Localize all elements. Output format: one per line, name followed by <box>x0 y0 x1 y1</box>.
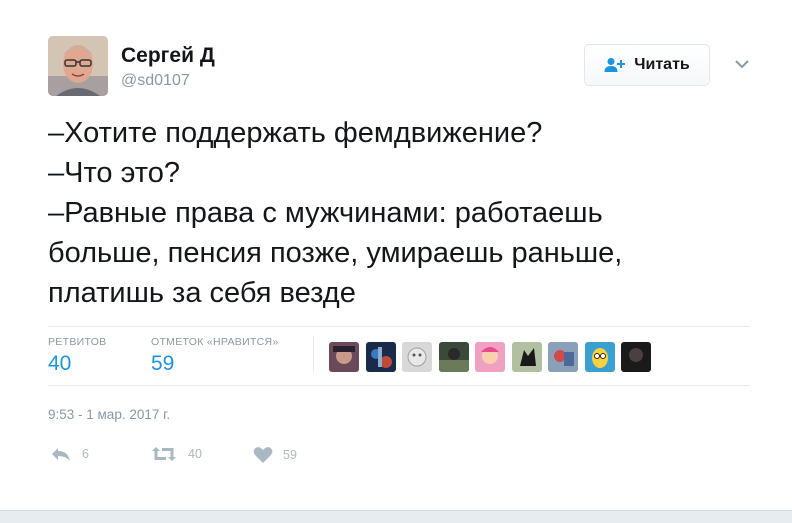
tweet-card: Сергей Д @sd0107 Читать –Хотите поддержа… <box>0 0 792 512</box>
retweet-action[interactable]: 40 <box>150 446 202 462</box>
liker-avatar[interactable] <box>438 342 469 372</box>
tweet-timestamp[interactable]: 9:53 - 1 мар. 2017 г. <box>48 407 170 422</box>
retweets-stat[interactable]: РЕТВИТОВ 40 <box>48 336 106 376</box>
liker-avatar[interactable] <box>475 342 505 372</box>
tweet-line: –Что это? <box>48 157 180 189</box>
liker-avatar[interactable] <box>584 342 615 372</box>
liker-avatars <box>329 342 658 372</box>
like-action[interactable]: 59 <box>253 446 297 464</box>
tweet-line: платишь за себя везде <box>48 277 356 309</box>
likes-count: 59 <box>151 352 175 375</box>
follow-button[interactable]: Читать <box>584 44 710 86</box>
retweet-count: 40 <box>188 447 202 461</box>
heart-icon <box>253 447 273 463</box>
author-handle[interactable]: @sd0107 <box>121 72 190 90</box>
like-count: 59 <box>283 448 297 462</box>
chevron-down-icon[interactable] <box>733 58 751 70</box>
liker-avatar[interactable] <box>329 342 359 372</box>
liker-avatar[interactable] <box>621 342 651 372</box>
liker-avatar[interactable] <box>511 342 542 372</box>
stats-top-divider <box>48 326 750 327</box>
author-avatar[interactable] <box>48 36 108 96</box>
likes-stat[interactable]: ОТМЕТОК «НРАВИТСЯ» 59 <box>151 336 279 376</box>
page-bottom-edge <box>0 510 792 523</box>
retweets-count: 40 <box>48 352 72 375</box>
reply-count: 6 <box>82 447 89 461</box>
follow-person-plus-icon <box>604 58 626 72</box>
retweet-icon <box>152 447 176 461</box>
tweet-text: –Хотите поддержать фемдвижение? –Что это… <box>48 113 748 313</box>
reply-action[interactable]: 6 <box>50 446 89 462</box>
reply-icon <box>52 448 70 461</box>
retweets-label: РЕТВИТОВ <box>48 336 107 348</box>
follow-button-label: Читать <box>634 56 690 73</box>
tweet-line: больше, пенсия позже, умираешь раньше, <box>48 237 623 269</box>
liker-avatar[interactable] <box>402 342 432 372</box>
likes-label: ОТМЕТОК «НРАВИТСЯ» <box>151 336 279 348</box>
liker-avatar[interactable] <box>548 342 578 372</box>
author-name[interactable]: Сергей Д <box>121 44 215 68</box>
stats-separator <box>313 336 314 372</box>
liker-avatar[interactable] <box>365 342 396 372</box>
tweet-line: –Хотите поддержать фемдвижение? <box>48 117 543 149</box>
stats-bottom-divider <box>48 385 750 386</box>
tweet-line: –Равные права с мужчинами: работаешь <box>48 197 603 229</box>
